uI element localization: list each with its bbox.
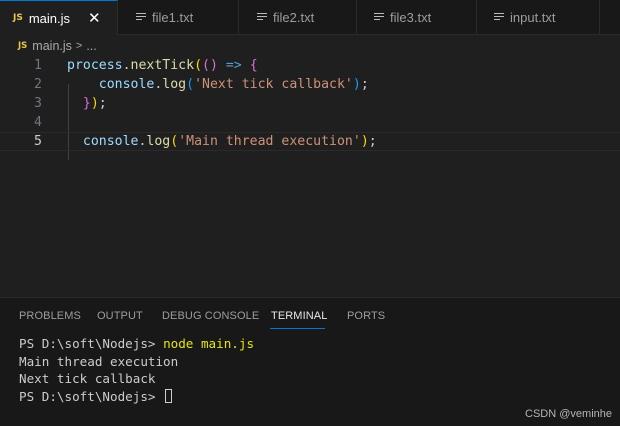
text-file-icon	[374, 13, 384, 22]
tab-file1-txt[interactable]: file1.txt	[118, 0, 239, 35]
code-token: ()	[202, 58, 218, 73]
line-number: 4	[34, 115, 42, 130]
bottom-panel: PROBLEMS OUTPUT DEBUG CONSOLE TERMINAL P…	[0, 297, 620, 426]
code-content: console.log('Next tick callback');	[67, 77, 369, 92]
code-token: {	[249, 58, 258, 73]
terminal-line: PS D:\soft\Nodejs> node main.js	[19, 335, 254, 353]
terminal[interactable]: PS D:\soft\Nodejs> node main.js Main thr…	[19, 335, 254, 405]
code-content: });	[67, 96, 107, 111]
tab-file2-txt[interactable]: file2.txt	[239, 0, 357, 35]
code-token: )	[360, 134, 369, 149]
code-token: (	[194, 58, 203, 73]
line-number: 1	[34, 58, 42, 73]
code-token: (	[186, 77, 195, 92]
line-number: 2	[34, 77, 42, 92]
code-line-current[interactable]: 5 console.log('Main thread execution');	[0, 132, 620, 151]
code-line[interactable]: 4	[0, 113, 620, 132]
tab-file3-txt[interactable]: file3.txt	[357, 0, 477, 35]
terminal-cursor	[165, 388, 173, 403]
code-content: process.nextTick(() => {	[67, 58, 258, 73]
breadcrumb-file[interactable]: main.js	[32, 39, 72, 53]
code-line[interactable]: 1 process.nextTick(() => {	[0, 56, 620, 75]
code-line[interactable]: 3 });	[0, 94, 620, 113]
code-token: nextTick	[130, 58, 195, 73]
code-token: ;	[98, 96, 107, 111]
terminal-prompt: PS D:\soft\Nodejs>	[19, 388, 164, 404]
editor-tab-bar: JS main.js ✕ file1.txt file2.txt file3.t…	[0, 0, 620, 35]
terminal-line: PS D:\soft\Nodejs>	[19, 388, 254, 406]
text-file-icon	[136, 13, 146, 22]
line-number: 5	[34, 134, 42, 149]
terminal-output: Main thread execution	[19, 353, 179, 369]
tab-main-js[interactable]: JS main.js ✕	[0, 0, 118, 35]
code-token: 'Next tick callback'	[194, 77, 353, 92]
code-token: )	[352, 77, 361, 92]
tab-problems[interactable]: PROBLEMS	[19, 310, 81, 322]
tab-label: main.js	[28, 10, 71, 26]
panel-tab-bar: PROBLEMS OUTPUT DEBUG CONSOLE TERMINAL P…	[0, 298, 620, 334]
tab-input-txt[interactable]: input.txt	[477, 0, 600, 35]
line-number: 3	[34, 96, 42, 111]
code-token: ;	[360, 77, 369, 92]
breadcrumb: JS main.js > ...	[0, 36, 97, 56]
breadcrumb-trail[interactable]: ...	[86, 39, 96, 53]
tab-terminal[interactable]: TERMINAL	[271, 310, 327, 322]
active-tab-indicator	[270, 328, 325, 329]
code-token: .	[122, 58, 131, 73]
watermark: CSDN @veminhe	[525, 408, 612, 420]
code-token: console	[98, 77, 155, 92]
code-line[interactable]: 2 console.log('Next tick callback');	[0, 75, 620, 94]
text-file-icon	[494, 13, 504, 22]
close-icon[interactable]: ✕	[88, 9, 101, 27]
code-token: =>	[225, 58, 242, 73]
text-file-icon	[257, 13, 267, 22]
code-content: console.log('Main thread execution');	[67, 134, 377, 149]
tab-debug-console[interactable]: DEBUG CONSOLE	[162, 310, 259, 322]
code-token: process	[67, 58, 123, 73]
terminal-prompt: PS D:\soft\Nodejs>	[19, 336, 164, 351]
code-token: )	[90, 96, 99, 111]
code-token: console	[82, 134, 139, 149]
code-editor[interactable]: 1 process.nextTick(() => { 2 console.log…	[0, 56, 620, 296]
tab-output[interactable]: OUTPUT	[97, 310, 143, 322]
tab-label: file1.txt	[152, 10, 194, 25]
tab-label: input.txt	[510, 10, 556, 25]
code-token: 'Main thread execution'	[178, 134, 361, 149]
tab-ports[interactable]: PORTS	[347, 310, 385, 322]
tab-label: file3.txt	[390, 10, 432, 25]
tab-label: file2.txt	[273, 10, 315, 25]
chevron-right-icon: >	[75, 40, 83, 52]
terminal-command: node main.js	[163, 336, 255, 351]
code-token: ;	[368, 134, 377, 149]
code-token: (	[170, 134, 179, 149]
terminal-output: Next tick callback	[19, 371, 156, 386]
code-token: }	[82, 96, 91, 111]
javascript-file-icon: JS	[18, 41, 28, 51]
code-token: log	[146, 134, 171, 149]
javascript-file-icon: JS	[13, 13, 23, 23]
code-token: log	[162, 77, 187, 92]
